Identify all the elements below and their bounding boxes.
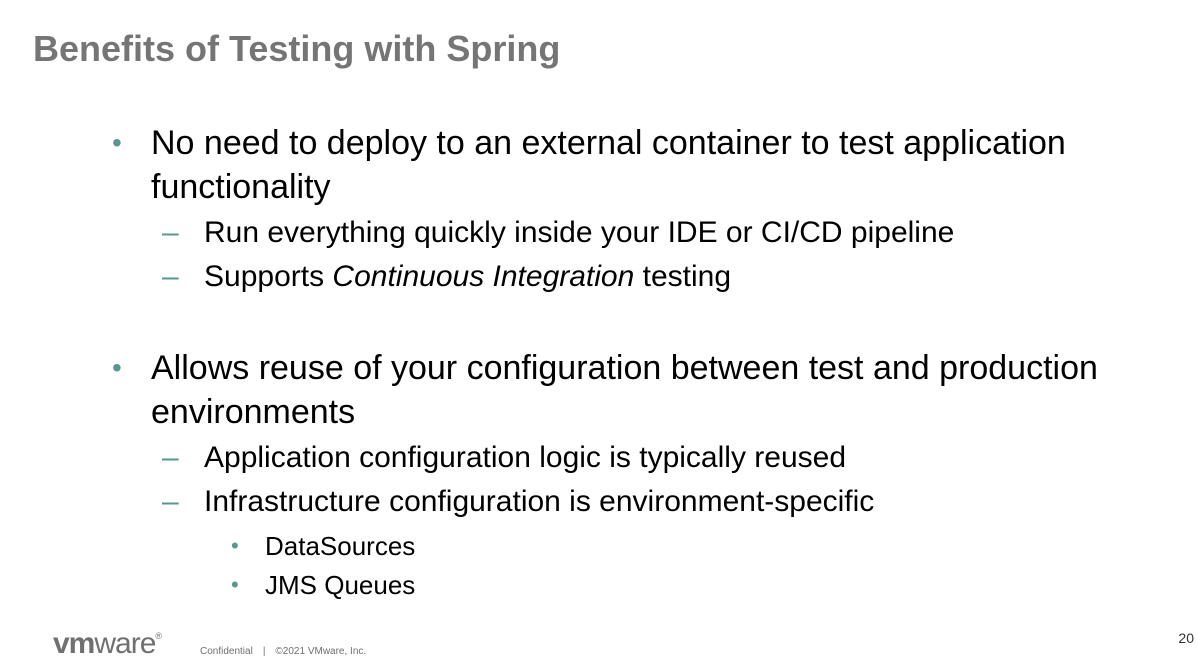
dash-icon: – (162, 260, 179, 293)
sub-bullet-item: – Run everything quickly inside your IDE… (162, 211, 1184, 255)
sub-sub-bullet-item: • JMS Queues (231, 565, 416, 605)
logo-bold: vm (53, 627, 95, 660)
sub-sub-bullet-text: JMS Queues (265, 570, 416, 600)
bullet-list: • No need to deploy to an external conta… (0, 0, 1197, 610)
bullet-dot-icon: • (231, 533, 239, 558)
sub-sub-bullet-item: • DataSources (231, 526, 416, 566)
bullet-text: Allows reuse of your configuration betwe… (151, 349, 1098, 431)
dash-icon: – (162, 441, 179, 474)
sub-bullet-text: Application configuration logic is typic… (204, 441, 847, 474)
logo-light: ware (94, 627, 156, 660)
sub-bullet-prefix: Supports (204, 260, 333, 293)
dash-icon: – (162, 485, 179, 518)
logo-mark: ® (155, 631, 162, 641)
sub-bullet-item: – Infrastructure configuration is enviro… (162, 480, 1184, 524)
bullet-item: • Allows reuse of your configuration bet… (112, 346, 1191, 434)
footer-text: Confidential | ©2021 VMware, Inc. (200, 646, 366, 657)
dash-icon: – (162, 216, 179, 249)
confidential-label: Confidential (200, 646, 253, 657)
bullet-item: • No need to deploy to an external conta… (112, 121, 1191, 209)
bullet-text: No need to deploy to an external contain… (151, 124, 1066, 206)
vmware-logo: vmware® (53, 627, 162, 661)
sub-sub-bullet-text: DataSources (265, 531, 416, 561)
sub-bullet-suffix: testing (634, 260, 732, 293)
bullet-dot-icon: • (112, 352, 122, 383)
page-number: 20 (1178, 630, 1194, 646)
sub-bullet-text: Infrastructure configuration is environm… (204, 485, 875, 518)
sub-bullet-text: Run everything quickly inside your IDE o… (204, 216, 955, 249)
copyright-label: ©2021 VMware, Inc. (275, 646, 367, 657)
footer-separator: | (262, 646, 266, 657)
sub-bullet-item: – Application configuration logic is typ… (162, 436, 1184, 480)
bullet-dot-icon: • (231, 572, 239, 597)
bullet-dot-icon: • (112, 127, 122, 158)
sub-bullet-emphasis: Continuous Integration (332, 260, 635, 293)
sub-bullet-item: – Supports Continuous Integration testin… (162, 255, 1184, 299)
